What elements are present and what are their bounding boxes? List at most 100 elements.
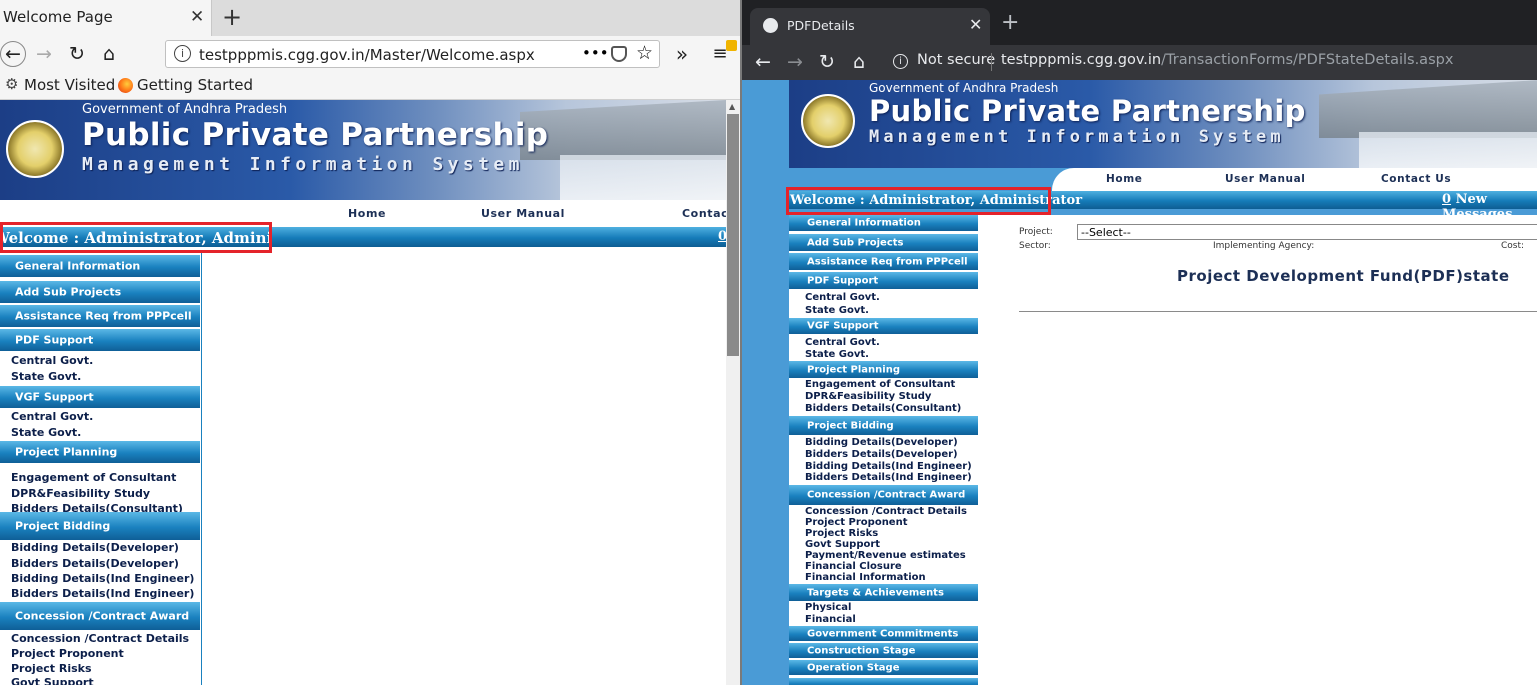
forward-icon[interactable]: → (782, 49, 808, 75)
menu-bidding-developer[interactable]: Bidding Details(Developer) (805, 437, 958, 448)
forward-icon[interactable]: → (32, 42, 56, 66)
back-icon[interactable]: ← (750, 49, 776, 75)
gov-label: Government of Andhra Pradesh (869, 81, 1059, 95)
bookmark-getting-started[interactable]: Getting Started (137, 76, 253, 94)
menu-construction-stage[interactable]: Construction Stage (789, 643, 978, 658)
menu-government-commitments[interactable]: Government Commitments (789, 626, 978, 641)
menu-physical[interactable]: Physical (805, 602, 851, 613)
home-icon[interactable]: ⌂ (846, 49, 872, 75)
menu-bidders-developer[interactable]: Bidders Details(Developer) (11, 557, 179, 570)
menu-vgf-support[interactable]: VGF Support (789, 318, 978, 334)
bookmark-most-visited[interactable]: Most Visited (24, 76, 115, 94)
nav-user-manual[interactable]: User Manual (1225, 173, 1306, 185)
bookmarks-toolbar: ⚙ Most Visited Getting Started (0, 72, 740, 100)
globe-icon (763, 18, 778, 33)
water-image (560, 155, 726, 200)
close-icon[interactable]: ✕ (969, 15, 982, 34)
highlight-box (786, 187, 1051, 215)
url-separator (991, 53, 992, 71)
back-icon[interactable]: ← (0, 41, 26, 67)
menu-financial-closure[interactable]: Financial Closure (805, 561, 902, 572)
url-text[interactable]: testpppmis.cgg.gov.in/TransactionForms/P… (1001, 52, 1453, 68)
menu-operation-stage[interactable]: Operation Stage (789, 660, 978, 675)
welcome-highlight: Welcome : Administrator, Administrator (786, 187, 1082, 215)
scroll-up-icon[interactable]: ▲ (729, 102, 735, 111)
menu-bidding-developer[interactable]: Bidding Details(Developer) (11, 541, 179, 554)
menu-pdf-central-govt[interactable]: Central Govt. (805, 292, 880, 303)
overflow-icon[interactable]: » (670, 42, 694, 66)
menu-govt-support[interactable]: Govt Support (805, 539, 880, 550)
top-nav: Home User Manual Contact (287, 200, 726, 227)
reload-icon[interactable]: ↻ (814, 49, 840, 75)
chrome-window: PDFDetails ✕ + ← → ↻ ⌂ i Not secure test… (740, 0, 1537, 685)
menu-add-sub-projects[interactable]: Add Sub Projects (789, 234, 978, 251)
scrollbar-thumb[interactable] (727, 114, 739, 356)
menu-bidders-consultant[interactable]: Bidders Details(Consultant) (805, 403, 961, 414)
menu-vgf-central-govt[interactable]: Central Govt. (805, 337, 880, 348)
more-icon[interactable]: ••• (582, 44, 609, 62)
sidebar-menu-continued: Project Bidding Bidding Details(Develope… (0, 253, 202, 685)
nav-contact-us[interactable]: Contact Us (1381, 173, 1451, 185)
menu-bidders-ind-engineer[interactable]: Bidders Details(Ind Engineer) (11, 587, 194, 600)
url-bar[interactable]: i testpppmis.cgg.gov.in/Master/Welcome.a… (165, 40, 660, 68)
menu-bidding-ind-engineer[interactable]: Bidding Details(Ind Engineer) (805, 461, 972, 472)
menu-concession-details[interactable]: Concession /Contract Details (11, 632, 189, 645)
menu-project-bidding[interactable]: Project Bidding (0, 512, 200, 540)
info-icon[interactable]: i (174, 45, 191, 62)
info-icon[interactable]: i (893, 54, 908, 69)
menu-pdf-state-govt[interactable]: State Govt. (805, 305, 869, 316)
nav-home[interactable]: Home (1106, 173, 1142, 185)
menu-project-planning[interactable]: Project Planning (789, 361, 978, 378)
star-icon[interactable]: ☆ (636, 42, 653, 64)
menu-general-information[interactable]: General Information (789, 215, 978, 231)
project-label: Project: (1019, 227, 1053, 237)
project-select[interactable]: --Select-- (1077, 224, 1537, 240)
ap-emblem-logo (6, 120, 64, 178)
nav-home[interactable]: Home (348, 207, 386, 220)
site-banner: Government of Andhra Pradesh Public Priv… (0, 100, 726, 200)
dam-image (1319, 80, 1537, 138)
menu-project-bidding[interactable]: Project Bidding (789, 416, 978, 435)
reload-icon[interactable]: ↻ (65, 42, 89, 66)
menu-concession-details[interactable]: Concession /Contract Details (805, 506, 967, 517)
menu-financial-information[interactable]: Financial Information (805, 572, 926, 583)
nav-user-manual[interactable]: User Manual (481, 207, 565, 220)
menu-concession-award[interactable]: Concession /Contract Award (789, 485, 978, 505)
pocket-icon[interactable] (611, 46, 627, 62)
nav-contact[interactable]: Contact (682, 207, 726, 220)
implementing-agency-label: Implementing Agency: (1213, 241, 1315, 251)
new-tab-icon[interactable]: + (1001, 10, 1019, 35)
top-nav: Home User Manual Contact Us (1052, 168, 1537, 191)
menu-pdf-support[interactable]: PDF Support (789, 272, 978, 289)
home-icon[interactable]: ⌂ (97, 42, 121, 66)
security-label[interactable]: Not secure (917, 52, 995, 68)
highlight-box (0, 222, 272, 253)
menu-govt-support[interactable]: Govt Support (11, 676, 94, 685)
tab-welcome-page[interactable]: Welcome Page ✕ (0, 0, 212, 36)
menu-more[interactable] (789, 678, 978, 685)
new-tab-icon[interactable]: + (222, 3, 242, 31)
close-icon[interactable]: ✕ (190, 7, 204, 27)
messages-count-link[interactable]: 0 (718, 229, 726, 244)
menu-targets-achievements[interactable]: Targets & Achievements (789, 584, 978, 601)
menu-bidding-ind-engineer[interactable]: Bidding Details(Ind Engineer) (11, 572, 194, 585)
menu-dpr-feasibility[interactable]: DPR&Feasibility Study (805, 391, 931, 402)
menu-payment-revenue[interactable]: Payment/Revenue estimates (805, 550, 966, 561)
tab-pdfdetails[interactable]: PDFDetails ✕ (750, 8, 990, 45)
menu-assistance-req[interactable]: Assistance Req from PPPcell (789, 253, 978, 270)
menu-project-risks[interactable]: Project Risks (11, 662, 92, 675)
menu-project-proponent[interactable]: Project Proponent (11, 647, 124, 660)
scrollbar[interactable]: ▲ (726, 100, 740, 685)
menu-bidders-developer[interactable]: Bidders Details(Developer) (805, 449, 958, 460)
messages-count: 0 (1442, 192, 1452, 207)
cost-label: Cost: (1501, 241, 1525, 251)
menu-bidders-ind-engineer[interactable]: Bidders Details(Ind Engineer) (805, 472, 972, 483)
menu-engagement-of-consultant[interactable]: Engagement of Consultant (805, 379, 955, 390)
ap-emblem-logo (801, 94, 855, 148)
menu-vgf-state-govt[interactable]: State Govt. (805, 349, 869, 360)
menu-concession-award[interactable]: Concession /Contract Award (0, 602, 200, 630)
url-host: testpppmis.cgg.gov.in (1001, 52, 1162, 68)
menu-project-proponent[interactable]: Project Proponent (805, 517, 908, 528)
menu-project-risks[interactable]: Project Risks (805, 528, 878, 539)
menu-financial[interactable]: Financial (805, 614, 856, 625)
